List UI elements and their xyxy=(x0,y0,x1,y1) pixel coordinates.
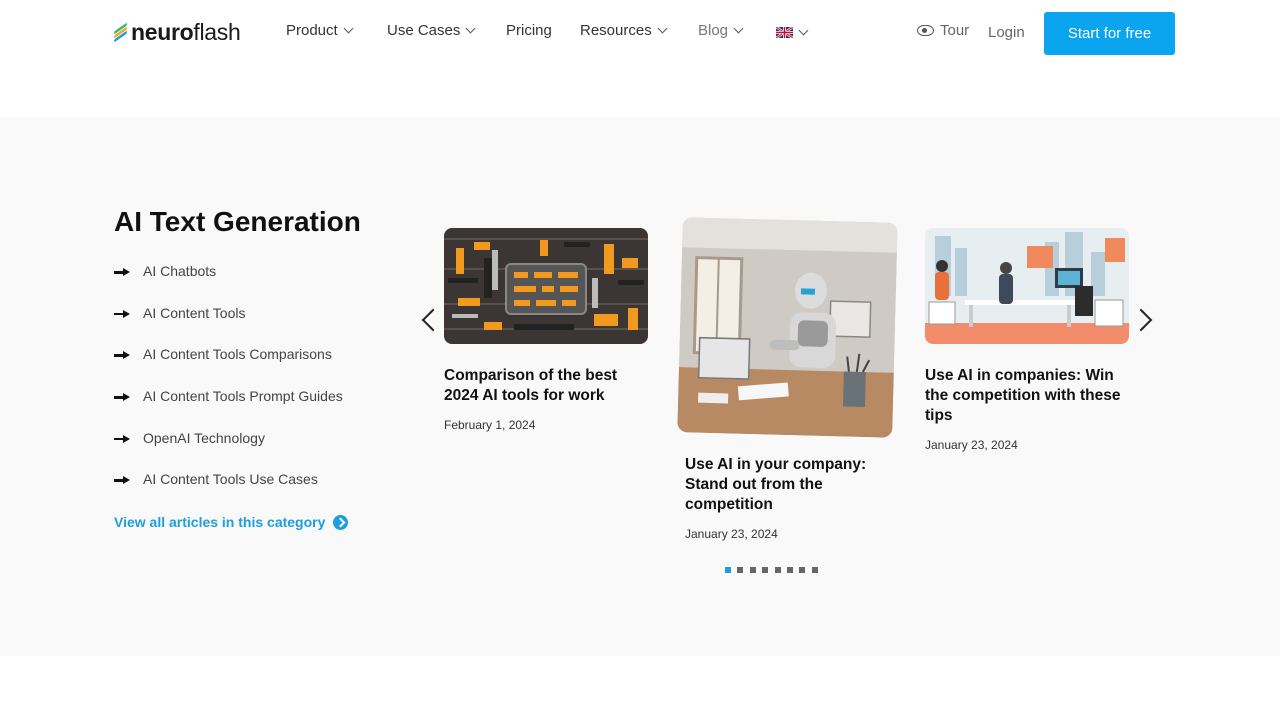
carousel-dot[interactable] xyxy=(737,567,744,573)
chevron-down-icon xyxy=(343,23,354,34)
article-title[interactable]: Use AI in companies: Win the competition… xyxy=(925,366,1129,426)
logo-text-light: flash xyxy=(193,18,241,45)
neuroflash-logo[interactable]: neuroflash xyxy=(114,18,241,46)
chevron-down-icon xyxy=(798,25,809,35)
article-card[interactable]: Use AI in companies: Win the competition… xyxy=(925,228,1129,452)
nav-product-label: Product xyxy=(286,22,338,39)
start-for-free-button[interactable]: Start for free xyxy=(1044,12,1175,55)
chevron-down-icon xyxy=(733,23,744,34)
category-link[interactable]: AI Chatbots xyxy=(114,263,343,305)
category-list: AI Chatbots AI Content Tools AI Content … xyxy=(114,263,343,513)
article-title[interactable]: Use AI in your company: Stand out from t… xyxy=(680,455,895,515)
arrow-right-icon xyxy=(114,473,131,487)
category-label: AI Content Tools xyxy=(143,304,246,321)
nav-blog-label: Blog xyxy=(698,22,729,39)
nav-resources-label: Resources xyxy=(580,22,652,39)
nav-use-cases[interactable]: Use Cases xyxy=(387,22,476,39)
article-thumbnail-robot[interactable] xyxy=(677,217,898,438)
article-date: February 1, 2024 xyxy=(444,418,536,432)
arrow-right-icon xyxy=(114,307,131,321)
eye-icon xyxy=(917,25,934,36)
category-link[interactable]: AI Content Tools Comparisons xyxy=(114,346,343,388)
article-thumbnail-tools[interactable] xyxy=(444,228,648,344)
article-title[interactable]: Comparison of the best 2024 AI tools for… xyxy=(444,366,648,406)
language-selector[interactable] xyxy=(776,25,809,38)
login-link[interactable]: Login xyxy=(988,24,1025,41)
nav-pricing-label: Pricing xyxy=(506,22,552,39)
nav-resources[interactable]: Resources xyxy=(580,22,668,39)
article-date: January 23, 2024 xyxy=(925,438,1018,452)
carousel-dot[interactable] xyxy=(786,567,793,573)
tools-illustration xyxy=(444,228,648,344)
logo-text-bold: neuro xyxy=(131,18,194,45)
uk-flag-icon xyxy=(776,27,793,38)
section-title: AI Text Generation xyxy=(114,206,361,237)
arrow-circle-right-icon xyxy=(333,514,349,530)
carousel-dot[interactable] xyxy=(799,567,806,573)
category-label: AI Content Tools Comparisons xyxy=(143,346,332,363)
view-all-articles-link[interactable]: View all articles in this category xyxy=(114,514,349,530)
arrow-right-icon xyxy=(114,432,131,446)
carousel-dot[interactable] xyxy=(762,567,769,573)
category-link[interactable]: AI Content Tools xyxy=(114,305,343,347)
nav-product[interactable]: Product xyxy=(286,22,354,39)
arrow-right-icon xyxy=(114,390,131,404)
carousel-pagination xyxy=(725,567,824,573)
category-label: AI Content Tools Prompt Guides xyxy=(143,388,343,405)
article-card[interactable]: Comparison of the best 2024 AI tools for… xyxy=(444,228,648,432)
ai-text-generation-section: AI Text Generation AI Chatbots AI Conten… xyxy=(0,118,1280,656)
carousel-prev-button[interactable] xyxy=(420,306,436,334)
chevron-down-icon xyxy=(465,23,476,34)
arrow-right-icon xyxy=(114,265,131,279)
logo-mark-icon xyxy=(114,22,128,43)
nav-use-cases-label: Use Cases xyxy=(387,22,461,39)
category-label: AI Content Tools Use Cases xyxy=(143,471,318,488)
view-all-label: View all articles in this category xyxy=(114,514,326,530)
article-date: January 23, 2024 xyxy=(685,527,778,541)
article-card[interactable]: Use AI in your company: Stand out from t… xyxy=(677,217,898,541)
carousel-dot[interactable] xyxy=(749,567,756,573)
category-link[interactable]: AI Content Tools Use Cases xyxy=(114,471,343,513)
nav-pricing[interactable]: Pricing xyxy=(506,22,552,39)
carousel-next-button[interactable] xyxy=(1136,306,1152,334)
article-thumbnail-office[interactable] xyxy=(925,228,1129,344)
category-link[interactable]: OpenAI Technology xyxy=(114,430,343,472)
arrow-right-icon xyxy=(114,348,131,362)
category-label: OpenAI Technology xyxy=(143,429,265,446)
office-illustration xyxy=(925,228,1129,344)
carousel-dot[interactable] xyxy=(725,567,731,573)
tour-link[interactable]: Tour xyxy=(917,22,969,39)
nav-blog[interactable]: Blog xyxy=(698,22,744,39)
robot-office-illustration xyxy=(677,217,898,438)
carousel-dot[interactable] xyxy=(811,567,818,573)
top-navigation: neuroflash Product Use Cases Pricing Res… xyxy=(0,0,1280,66)
category-link[interactable]: AI Content Tools Prompt Guides xyxy=(114,388,343,430)
chevron-down-icon xyxy=(657,23,668,34)
category-label: AI Chatbots xyxy=(143,263,217,279)
tour-label: Tour xyxy=(940,22,970,39)
carousel-dot[interactable] xyxy=(774,567,781,573)
